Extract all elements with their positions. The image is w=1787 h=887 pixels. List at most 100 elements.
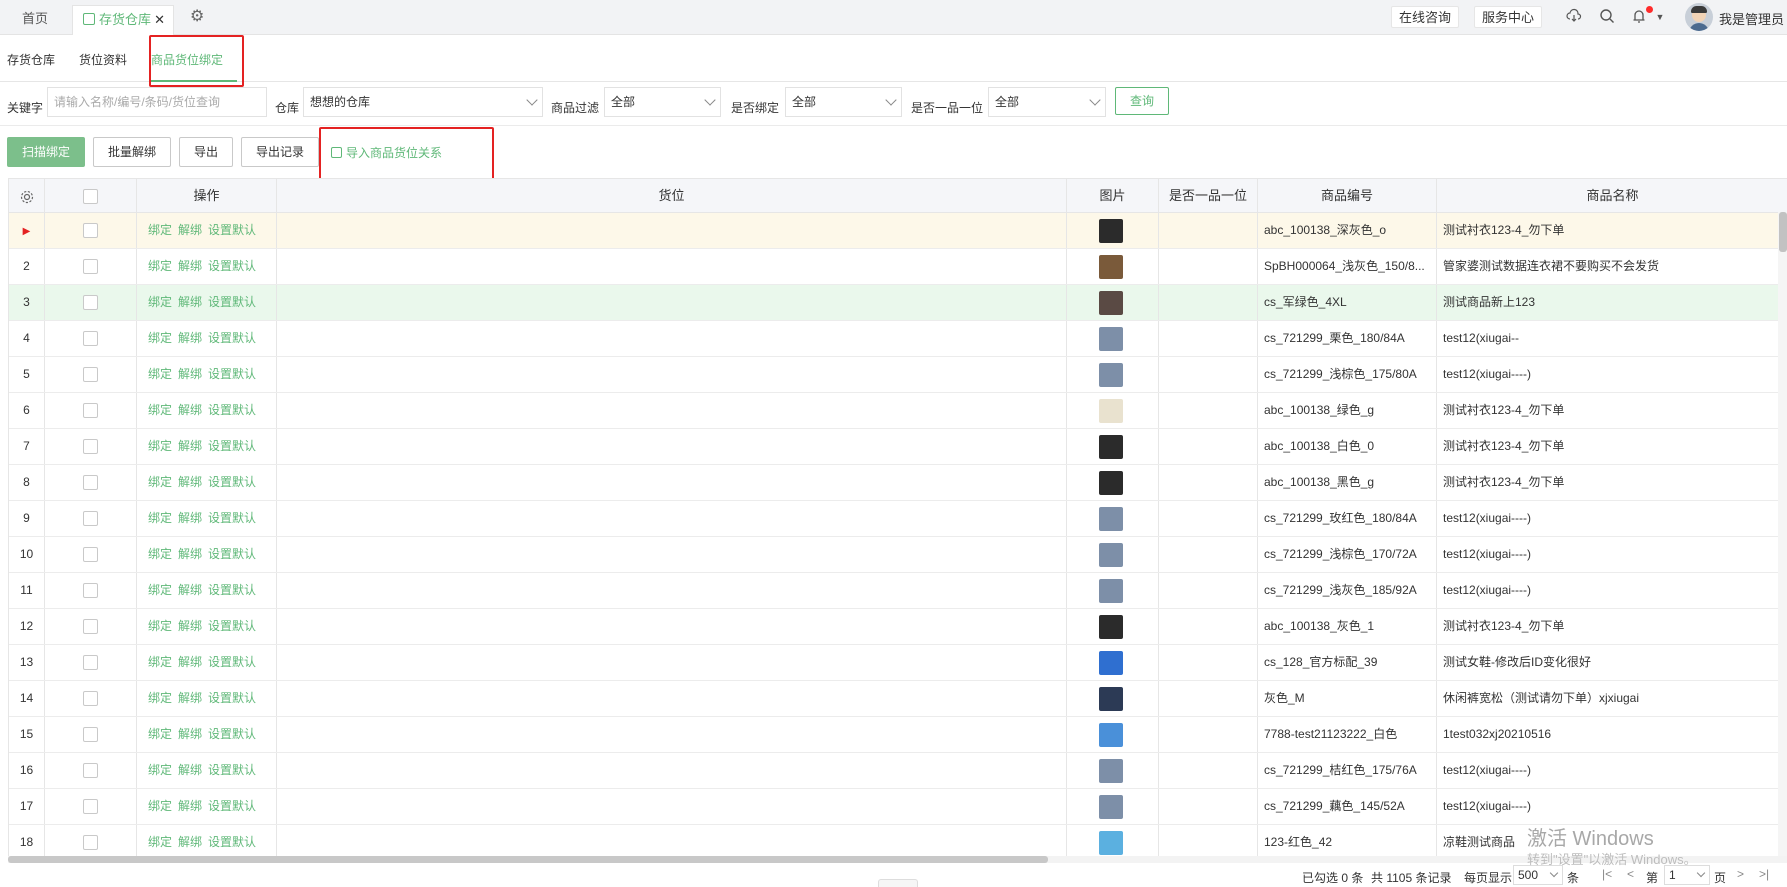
location-cell[interactable] bbox=[277, 753, 1067, 788]
row-checkbox[interactable] bbox=[83, 439, 98, 455]
product-code[interactable]: abc_100138_灰色_1 bbox=[1258, 609, 1437, 644]
product-code[interactable]: abc_100138_绿色_g bbox=[1258, 393, 1437, 428]
set-default-link[interactable]: 设置默认 bbox=[208, 295, 256, 309]
table-row[interactable]: 15 绑定 解绑 设置默认 7788-test21123222_白色 1test032xj… bbox=[9, 717, 1787, 753]
product-code[interactable]: cs_721299_浅棕色_175/80A bbox=[1258, 357, 1437, 392]
row-checkbox[interactable] bbox=[83, 727, 98, 743]
product-thumbnail[interactable] bbox=[1099, 363, 1123, 387]
unbind-link[interactable]: 解绑 bbox=[178, 295, 202, 309]
row-checkbox[interactable] bbox=[83, 331, 98, 347]
location-cell[interactable] bbox=[277, 681, 1067, 716]
unbind-link[interactable]: 解绑 bbox=[178, 799, 202, 813]
unbind-link[interactable]: 解绑 bbox=[178, 511, 202, 525]
bind-link[interactable]: 绑定 bbox=[148, 223, 172, 237]
bind-link[interactable]: 绑定 bbox=[148, 259, 172, 273]
unbind-link[interactable]: 解绑 bbox=[178, 223, 202, 237]
subtab-inventory-warehouse[interactable]: 存货仓库 bbox=[7, 51, 55, 68]
one-item-cell[interactable] bbox=[1159, 357, 1258, 392]
product-code[interactable]: cs_721299_浅灰色_185/92A bbox=[1258, 573, 1437, 608]
table-row[interactable]: 5 绑定 解绑 设置默认 cs_721299_浅棕色_175/80A test12(xiu… bbox=[9, 357, 1787, 393]
last-page-icon[interactable]: >| bbox=[1759, 867, 1769, 881]
set-default-link[interactable]: 设置默认 bbox=[208, 655, 256, 669]
one-item-cell[interactable] bbox=[1159, 645, 1258, 680]
service-center-button[interactable]: 服务中心 bbox=[1474, 6, 1543, 28]
search-icon[interactable] bbox=[1598, 8, 1616, 26]
unbind-link[interactable]: 解绑 bbox=[178, 763, 202, 777]
row-checkbox[interactable] bbox=[83, 511, 98, 527]
row-checkbox[interactable] bbox=[83, 475, 98, 491]
bind-link[interactable]: 绑定 bbox=[148, 691, 172, 705]
column-settings[interactable] bbox=[9, 179, 45, 212]
one-item-cell[interactable] bbox=[1159, 393, 1258, 428]
one-item-cell[interactable] bbox=[1159, 249, 1258, 284]
avatar[interactable] bbox=[1685, 3, 1713, 31]
unbind-link[interactable]: 解绑 bbox=[178, 475, 202, 489]
table-row[interactable]: 8 绑定 解绑 设置默认 abc_100138_黑色_g 测试衬衣123-4_勿下单 bbox=[9, 465, 1787, 501]
product-name[interactable]: test12(xiugai-- bbox=[1437, 321, 1787, 356]
product-thumbnail[interactable] bbox=[1099, 255, 1123, 279]
location-cell[interactable] bbox=[277, 789, 1067, 824]
cloud-download-icon[interactable] bbox=[1565, 8, 1583, 26]
product-thumbnail[interactable] bbox=[1099, 471, 1123, 495]
set-default-link[interactable]: 设置默认 bbox=[208, 619, 256, 633]
product-thumbnail[interactable] bbox=[1099, 219, 1123, 243]
table-row[interactable]: 14 绑定 解绑 设置默认 灰色_M 休闲裤宽松（测试请勿下单）xjxiugai bbox=[9, 681, 1787, 717]
first-page-icon[interactable]: |< bbox=[1602, 867, 1612, 881]
location-cell[interactable] bbox=[277, 249, 1067, 284]
product-name[interactable]: 测试商品新上123 bbox=[1437, 285, 1787, 320]
location-cell[interactable] bbox=[277, 501, 1067, 536]
gear-icon[interactable]: ⚙ bbox=[190, 9, 206, 25]
product-thumbnail[interactable] bbox=[1099, 723, 1123, 747]
unbind-link[interactable]: 解绑 bbox=[178, 367, 202, 381]
caret-down-icon[interactable]: ▼ bbox=[1651, 8, 1669, 26]
tab-home[interactable]: 首页 bbox=[22, 5, 48, 35]
product-thumbnail[interactable] bbox=[1099, 435, 1123, 459]
bind-link[interactable]: 绑定 bbox=[148, 439, 172, 453]
bind-link[interactable]: 绑定 bbox=[148, 655, 172, 669]
select-all-checkbox[interactable] bbox=[83, 189, 98, 205]
one-item-cell[interactable] bbox=[1159, 321, 1258, 356]
product-name[interactable]: 测试衬衣123-4_勿下单 bbox=[1437, 609, 1787, 644]
bind-link[interactable]: 绑定 bbox=[148, 331, 172, 345]
online-consult-button[interactable]: 在线咨询 bbox=[1391, 6, 1460, 28]
product-name[interactable]: 测试衬衣123-4_勿下单 bbox=[1437, 429, 1787, 464]
table-row[interactable]: 2 绑定 解绑 设置默认 SpBH000064_浅灰色_150/8... 管家婆测试数据连… bbox=[9, 249, 1787, 285]
product-thumbnail[interactable] bbox=[1099, 579, 1123, 603]
bind-link[interactable]: 绑定 bbox=[148, 835, 172, 849]
row-checkbox[interactable] bbox=[83, 655, 98, 671]
per-page-select[interactable]: 500 bbox=[1513, 865, 1563, 885]
bind-link[interactable]: 绑定 bbox=[148, 511, 172, 525]
location-cell[interactable] bbox=[277, 717, 1067, 752]
subtab-location-data[interactable]: 货位资料 bbox=[79, 51, 127, 68]
bind-link[interactable]: 绑定 bbox=[148, 547, 172, 561]
location-cell[interactable] bbox=[277, 321, 1067, 356]
bind-link[interactable]: 绑定 bbox=[148, 727, 172, 741]
product-name[interactable]: 测试衬衣123-4_勿下单 bbox=[1437, 393, 1787, 428]
product-thumbnail[interactable] bbox=[1099, 543, 1123, 567]
product-name[interactable]: test12(xiugai----) bbox=[1437, 789, 1787, 824]
bind-link[interactable]: 绑定 bbox=[148, 295, 172, 309]
set-default-link[interactable]: 设置默认 bbox=[208, 835, 256, 849]
unbind-link[interactable]: 解绑 bbox=[178, 439, 202, 453]
unbind-link[interactable]: 解绑 bbox=[178, 583, 202, 597]
bind-link[interactable]: 绑定 bbox=[148, 763, 172, 777]
location-cell[interactable] bbox=[277, 285, 1067, 320]
location-cell[interactable] bbox=[277, 825, 1067, 856]
unbind-link[interactable]: 解绑 bbox=[178, 619, 202, 633]
vertical-scrollbar[interactable] bbox=[1779, 212, 1787, 252]
scan-bind-button[interactable]: 扫描绑定 bbox=[7, 137, 86, 167]
table-row[interactable]: 13 绑定 解绑 设置默认 cs_128_官方标配_39 测试女鞋-修改后ID变化很好 bbox=[9, 645, 1787, 681]
row-checkbox[interactable] bbox=[83, 259, 98, 275]
bind-link[interactable]: 绑定 bbox=[148, 619, 172, 633]
product-code[interactable]: abc_100138_白色_0 bbox=[1258, 429, 1437, 464]
product-code[interactable]: cs_721299_浅棕色_170/72A bbox=[1258, 537, 1437, 572]
one-item-cell[interactable] bbox=[1159, 213, 1258, 248]
one-item-select[interactable]: 全部 bbox=[988, 87, 1106, 117]
table-row[interactable]: ▶ 绑定 解绑 设置默认 abc_100138_深灰色_o 测试衬衣123-4_勿下单 bbox=[9, 213, 1787, 249]
product-code[interactable]: abc_100138_深灰色_o bbox=[1258, 213, 1437, 248]
set-default-link[interactable]: 设置默认 bbox=[208, 439, 256, 453]
one-item-cell[interactable] bbox=[1159, 681, 1258, 716]
close-icon[interactable]: ✕ bbox=[154, 6, 165, 34]
set-default-link[interactable]: 设置默认 bbox=[208, 547, 256, 561]
one-item-cell[interactable] bbox=[1159, 285, 1258, 320]
